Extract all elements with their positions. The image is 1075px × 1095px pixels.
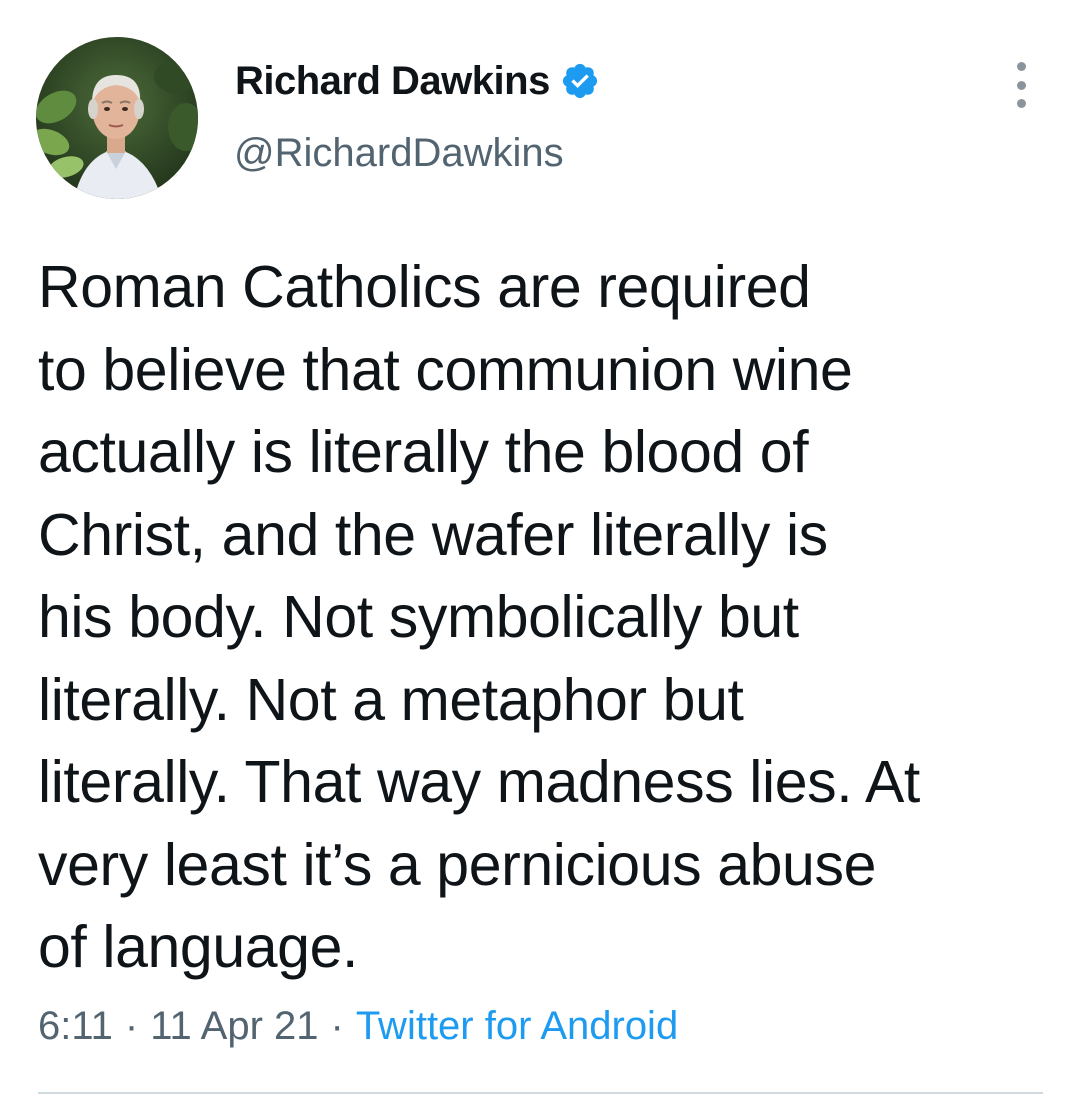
divider: [38, 1092, 1043, 1094]
profile-photo-icon: [36, 37, 198, 199]
more-dot: [1016, 62, 1026, 71]
author-name-row: Richard Dawkins: [235, 56, 600, 106]
author-handle[interactable]: @RichardDawkins: [234, 131, 564, 176]
more-dot: [1016, 80, 1026, 90]
tweet-card: Richard Dawkins @RichardDawkins Roman Ca…: [0, 0, 1075, 1095]
tweet-text-line: very least it’s a pernicious abuse: [38, 831, 876, 898]
tweet-time[interactable]: 6:11: [38, 1004, 113, 1049]
tweet-text-line: Roman Catholics are required: [38, 254, 811, 320]
tweet-text-line: literally. That way madness lies. At: [38, 749, 920, 815]
tweet-text-line: literally. Not a metaphor but: [38, 666, 744, 733]
tweet-source-link[interactable]: Twitter for Android: [356, 1004, 678, 1049]
tweet-meta: 6:11 · 11 Apr 21 · Twitter for Android: [38, 1004, 678, 1049]
verified-badge-icon: [560, 61, 600, 101]
author-display-name[interactable]: Richard Dawkins: [235, 59, 550, 104]
tweet-text: Roman Catholics are required to believe …: [38, 246, 1058, 989]
tweet-text-line: Christ, and the wafer literally is: [38, 501, 828, 568]
tweet-text-line: actually is literally the blood of: [38, 419, 809, 485]
tweet-text-line: of language.: [38, 914, 358, 980]
avatar[interactable]: [36, 37, 198, 199]
more-dot: [1016, 99, 1026, 108]
more-options-icon[interactable]: [1004, 62, 1038, 108]
meta-separator: ·: [124, 1004, 139, 1048]
tweet-text-line: his body. Not symbolically but: [38, 584, 799, 650]
tweet-text-line: to believe that communion wine: [38, 336, 853, 403]
meta-separator: ·: [330, 1004, 344, 1048]
tweet-date[interactable]: 11 Apr 21: [150, 1004, 318, 1049]
